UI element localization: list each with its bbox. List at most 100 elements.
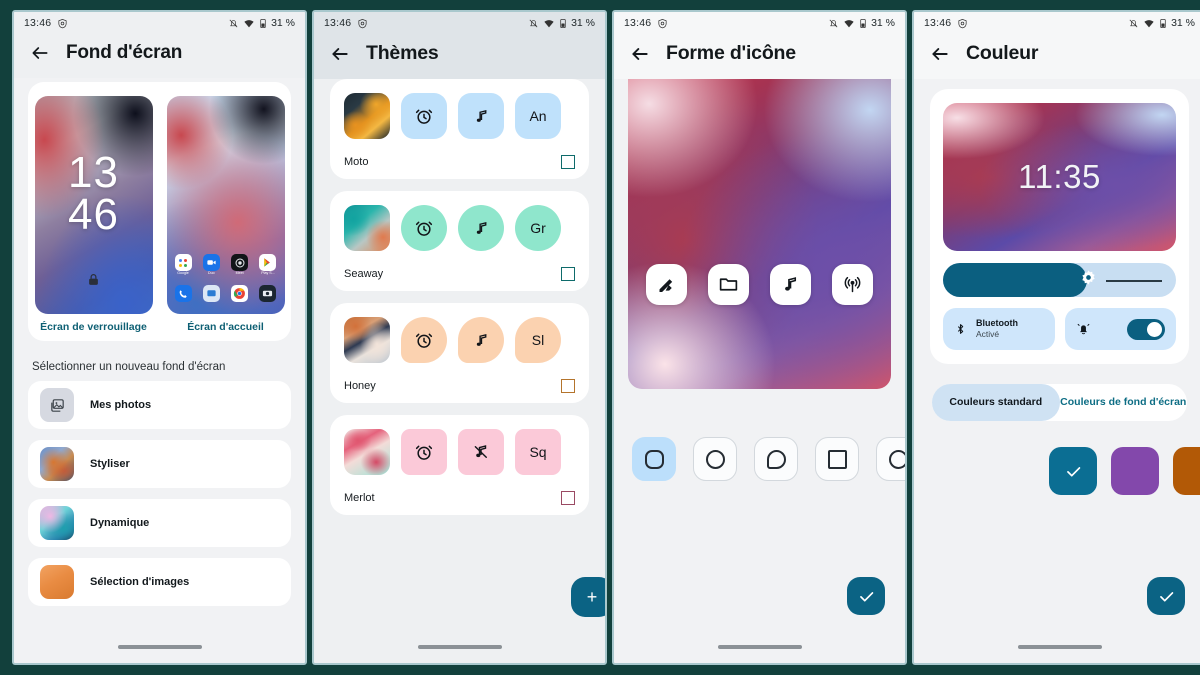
nav-gesture-handle[interactable] bbox=[117, 645, 202, 649]
wallpaper-option-my-photos[interactable]: Mes photos bbox=[28, 381, 291, 429]
music-note-icon bbox=[476, 221, 486, 234]
status-bar-time: 13:46 bbox=[924, 17, 952, 29]
battery-percent: 31 % bbox=[271, 17, 295, 29]
theme-card-honey[interactable]: Sl Honey bbox=[330, 303, 589, 403]
preview-clock: 11:35 bbox=[1018, 158, 1101, 195]
lock-screen-preview[interactable]: 13 46 Écran de verrouillage bbox=[34, 96, 153, 333]
brightness-icon bbox=[1080, 269, 1097, 291]
battery-icon bbox=[560, 18, 566, 28]
theme-card-moto[interactable]: An Moto bbox=[330, 79, 589, 179]
theme-footer: Merlot bbox=[344, 491, 575, 505]
color-preview-card: 11:35 Bluetooth Activé bbox=[930, 89, 1189, 364]
bluetooth-icon bbox=[957, 324, 964, 334]
option-label: Mes photos bbox=[90, 399, 152, 411]
tab-couleurs-fond-ecran[interactable]: Couleurs de fond d'écran bbox=[1060, 384, 1188, 421]
app-icon-messages bbox=[202, 285, 220, 302]
theme-tile-music bbox=[458, 205, 504, 251]
lock-clock: 13 46 bbox=[68, 148, 119, 239]
music-note-icon bbox=[770, 264, 811, 305]
home-screen-label: Écran d'accueil bbox=[187, 321, 264, 333]
wallpaper-option-selection-images[interactable]: Sélection d'images bbox=[28, 558, 291, 606]
confirm-shape-button[interactable] bbox=[847, 577, 885, 615]
pencil-edit-icon bbox=[646, 264, 687, 305]
shape-option-square[interactable] bbox=[815, 437, 859, 481]
icon-shape-selector-row bbox=[614, 437, 905, 481]
theme-checkbox[interactable] bbox=[561, 491, 575, 505]
theme-checkbox[interactable] bbox=[561, 155, 575, 169]
theme-tile-font: Sq bbox=[515, 429, 561, 475]
theme-tile-font: An bbox=[515, 93, 561, 139]
option-label: Styliser bbox=[90, 458, 130, 470]
wallpaper-option-dynamique[interactable]: Dynamique bbox=[28, 499, 291, 547]
status-bar: 13:46 31 % bbox=[914, 12, 1200, 34]
color-swatch-teal[interactable] bbox=[1049, 447, 1097, 495]
theme-icon-preview-row: Gr bbox=[344, 205, 575, 251]
app-icon-meet: Meet bbox=[231, 254, 249, 276]
brightness-slider[interactable] bbox=[943, 263, 1176, 297]
home-screen-preview[interactable]: Google Duo Meet Play S... Écran d'accuei… bbox=[166, 96, 285, 333]
theme-card-merlot[interactable]: Sq Merlot bbox=[330, 415, 589, 515]
theme-footer: Moto bbox=[344, 155, 575, 169]
theme-tile-alarm bbox=[401, 317, 447, 363]
nav-gesture-handle[interactable] bbox=[717, 645, 802, 649]
app-bar-icon-shape: Forme d'icône bbox=[614, 34, 905, 79]
page-title: Fond d'écran bbox=[66, 42, 183, 63]
nav-gesture-handle[interactable] bbox=[1017, 645, 1102, 649]
lock-icon bbox=[35, 272, 153, 292]
quick-settings-row: Bluetooth Activé bbox=[943, 308, 1176, 350]
battery-icon bbox=[260, 18, 266, 28]
theme-tile-alarm bbox=[401, 93, 447, 139]
theme-checkbox[interactable] bbox=[561, 267, 575, 281]
notifications-toggle[interactable] bbox=[1127, 318, 1165, 340]
theme-tile-music-muted bbox=[458, 429, 504, 475]
music-note-icon bbox=[476, 333, 486, 346]
back-arrow-icon[interactable] bbox=[930, 44, 950, 64]
app-label: Duo bbox=[208, 271, 215, 276]
theme-tile-alarm bbox=[401, 205, 447, 251]
back-arrow-icon[interactable] bbox=[30, 43, 50, 63]
confirm-color-button[interactable] bbox=[1147, 577, 1185, 615]
theme-icon-preview-row: An bbox=[344, 93, 575, 139]
wallpaper-preview-card: 13 46 Écran de verrouillage Google Duo M… bbox=[28, 82, 291, 341]
app-bar-wallpaper: Fond d'écran bbox=[14, 34, 305, 78]
app-label: Meet bbox=[235, 271, 244, 276]
theme-name: Moto bbox=[344, 156, 369, 168]
theme-tile-font: Sl bbox=[515, 317, 561, 363]
quick-setting-subtitle: Activé bbox=[976, 329, 1000, 340]
home-dock-row bbox=[174, 285, 277, 302]
nav-gesture-handle[interactable] bbox=[417, 645, 502, 649]
app-icon-camera bbox=[259, 285, 277, 302]
back-arrow-icon[interactable] bbox=[330, 44, 350, 64]
theme-font-abbr: An bbox=[529, 108, 547, 124]
alarm-clock-icon bbox=[415, 445, 433, 460]
quick-setting-bluetooth[interactable]: Bluetooth Activé bbox=[943, 308, 1055, 350]
status-bar-time: 13:46 bbox=[624, 17, 652, 29]
shape-option-circle[interactable] bbox=[693, 437, 737, 481]
quick-setting-notifications[interactable] bbox=[1064, 308, 1176, 350]
app-label: Google bbox=[177, 271, 189, 276]
add-theme-fab[interactable]: + bbox=[571, 577, 605, 617]
wallpaper-option-styliser[interactable]: Styliser bbox=[28, 440, 291, 488]
app-icon-google: Google bbox=[174, 254, 192, 276]
my-photos-icon bbox=[40, 388, 74, 422]
bell-icon bbox=[1077, 323, 1089, 335]
lock-screen-thumbnail: 13 46 bbox=[34, 96, 153, 314]
theme-checkbox[interactable] bbox=[561, 379, 575, 393]
shape-option-hexagon[interactable] bbox=[876, 437, 905, 481]
theme-wallpaper-thumb bbox=[344, 317, 390, 363]
panel-color: 13:46 31 % Couleur 11:35 Bluetooth Activ… bbox=[912, 10, 1200, 665]
theme-card-seaway[interactable]: Gr Seaway bbox=[330, 191, 589, 291]
status-bar-left: 13:46 bbox=[624, 17, 668, 29]
theme-tile-music bbox=[458, 317, 504, 363]
image-picker-icon bbox=[40, 565, 74, 599]
app-icon-duo: Duo bbox=[202, 254, 220, 276]
shape-option-squircle[interactable] bbox=[632, 437, 676, 481]
back-arrow-icon[interactable] bbox=[630, 44, 650, 64]
shape-option-teardrop[interactable] bbox=[754, 437, 798, 481]
color-swatch-orange[interactable] bbox=[1173, 447, 1200, 495]
page-title: Couleur bbox=[966, 42, 1039, 64]
tab-couleurs-standard[interactable]: Couleurs standard bbox=[932, 384, 1060, 421]
status-bar: 13:46 31 % bbox=[314, 12, 605, 34]
theme-wallpaper-thumb bbox=[344, 93, 390, 139]
color-swatch-purple[interactable] bbox=[1111, 447, 1159, 495]
